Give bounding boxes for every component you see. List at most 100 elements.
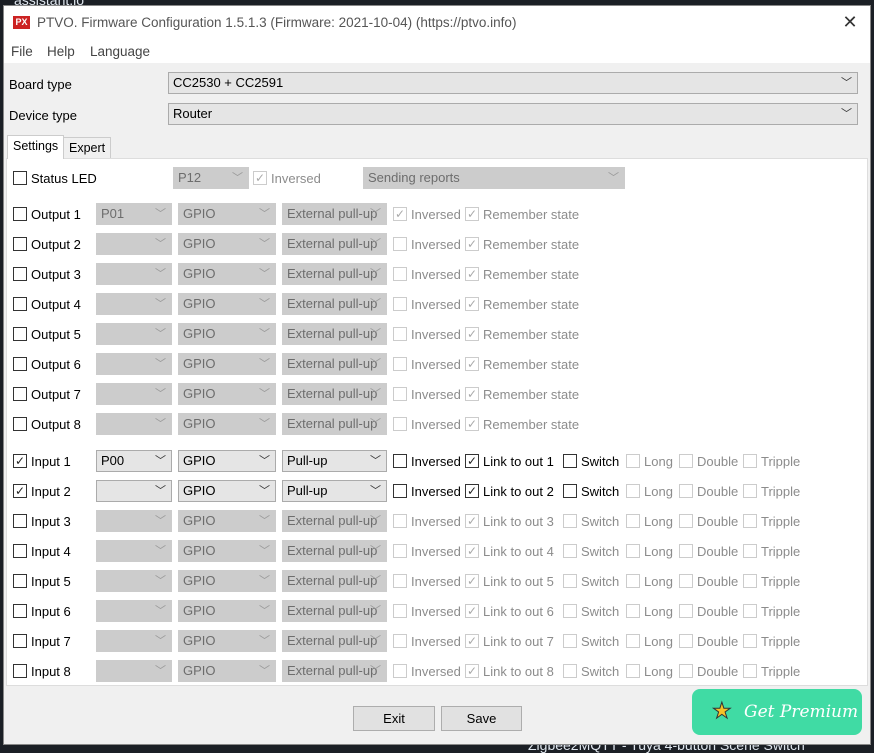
output-pull-select[interactable]: External pull-up ﹀ [282, 353, 387, 375]
input-inversed-checkbox[interactable] [393, 514, 407, 528]
input-checkbox[interactable] [13, 604, 27, 618]
close-icon[interactable]: ✕ [838, 12, 862, 33]
output-pin-select[interactable]: ﹀ [96, 353, 172, 375]
output-remember-checkbox[interactable]: ✓ [465, 297, 479, 311]
input-double-checkbox[interactable] [679, 664, 693, 678]
input-pin-select[interactable]: ﹀ [96, 510, 172, 532]
input-switch-checkbox[interactable] [563, 604, 577, 618]
output-pull-select[interactable]: External pull-up ﹀ [282, 293, 387, 315]
output-pull-select[interactable]: External pull-up ﹀ [282, 263, 387, 285]
input-link-checkbox[interactable]: ✓ [465, 484, 479, 498]
output-type-select[interactable]: GPIO ﹀ [178, 353, 276, 375]
input-pin-select[interactable]: ﹀ [96, 600, 172, 622]
input-link-checkbox[interactable]: ✓ [465, 634, 479, 648]
output-type-select[interactable]: GPIO ﹀ [178, 263, 276, 285]
menu-file[interactable]: File [11, 44, 33, 59]
output-remember-checkbox[interactable]: ✓ [465, 207, 479, 221]
output-pin-select[interactable]: ﹀ [96, 323, 172, 345]
input-pull-select[interactable]: External pull-up ﹀ [282, 570, 387, 592]
output-inversed-checkbox[interactable] [393, 357, 407, 371]
input-checkbox[interactable] [13, 634, 27, 648]
input-type-select[interactable]: GPIO ﹀ [178, 510, 276, 532]
output-pin-select[interactable]: ﹀ [96, 263, 172, 285]
input-pin-select[interactable]: ﹀ [96, 570, 172, 592]
get-premium-button[interactable]: ★ Get Premium [692, 689, 862, 735]
output-pull-select[interactable]: External pull-up ﹀ [282, 413, 387, 435]
input-pull-select[interactable]: External pull-up ﹀ [282, 510, 387, 532]
save-button[interactable]: Save [441, 706, 522, 731]
output-checkbox[interactable] [13, 237, 27, 251]
tab-expert[interactable]: Expert [63, 137, 112, 159]
output-remember-checkbox[interactable]: ✓ [465, 327, 479, 341]
output-pin-select[interactable]: ﹀ [96, 233, 172, 255]
input-long-checkbox[interactable] [626, 604, 640, 618]
input-tripple-checkbox[interactable] [743, 634, 757, 648]
input-type-select[interactable]: GPIO ﹀ [178, 570, 276, 592]
input-long-checkbox[interactable] [626, 664, 640, 678]
input-checkbox[interactable]: ✓ [13, 484, 27, 498]
output-pin-select[interactable]: P01 ﹀ [96, 203, 172, 225]
input-link-checkbox[interactable]: ✓ [465, 574, 479, 588]
input-checkbox[interactable]: ✓ [13, 454, 27, 468]
status-led-pin-select[interactable]: P12 ﹀ [173, 167, 249, 189]
input-tripple-checkbox[interactable] [743, 664, 757, 678]
output-pull-select[interactable]: External pull-up ﹀ [282, 323, 387, 345]
input-pin-select[interactable]: ﹀ [96, 660, 172, 682]
input-link-checkbox[interactable]: ✓ [465, 664, 479, 678]
input-pin-select[interactable]: ﹀ [96, 540, 172, 562]
input-checkbox[interactable] [13, 664, 27, 678]
input-inversed-checkbox[interactable] [393, 604, 407, 618]
output-inversed-checkbox[interactable]: ✓ [393, 207, 407, 221]
input-type-select[interactable]: GPIO ﹀ [178, 540, 276, 562]
output-type-select[interactable]: GPIO ﹀ [178, 413, 276, 435]
output-pin-select[interactable]: ﹀ [96, 293, 172, 315]
output-inversed-checkbox[interactable] [393, 387, 407, 401]
input-pull-select[interactable]: External pull-up ﹀ [282, 600, 387, 622]
menu-language[interactable]: Language [90, 44, 150, 59]
input-double-checkbox[interactable] [679, 574, 693, 588]
input-link-checkbox[interactable]: ✓ [465, 454, 479, 468]
input-switch-checkbox[interactable] [563, 664, 577, 678]
output-checkbox[interactable] [13, 387, 27, 401]
input-double-checkbox[interactable] [679, 484, 693, 498]
input-inversed-checkbox[interactable] [393, 634, 407, 648]
device-type-select[interactable]: Router ﹀ [168, 103, 858, 125]
input-tripple-checkbox[interactable] [743, 604, 757, 618]
input-link-checkbox[interactable]: ✓ [465, 544, 479, 558]
output-checkbox[interactable] [13, 327, 27, 341]
input-inversed-checkbox[interactable] [393, 484, 407, 498]
input-type-select[interactable]: GPIO ﹀ [178, 450, 276, 472]
output-pin-select[interactable]: ﹀ [96, 383, 172, 405]
input-type-select[interactable]: GPIO ﹀ [178, 660, 276, 682]
output-pull-select[interactable]: External pull-up ﹀ [282, 233, 387, 255]
input-link-checkbox[interactable]: ✓ [465, 514, 479, 528]
input-long-checkbox[interactable] [626, 454, 640, 468]
output-pull-select[interactable]: External pull-up ﹀ [282, 203, 387, 225]
output-inversed-checkbox[interactable] [393, 327, 407, 341]
input-tripple-checkbox[interactable] [743, 514, 757, 528]
input-switch-checkbox[interactable] [563, 544, 577, 558]
output-pull-select[interactable]: External pull-up ﹀ [282, 383, 387, 405]
input-checkbox[interactable] [13, 544, 27, 558]
input-double-checkbox[interactable] [679, 544, 693, 558]
output-inversed-checkbox[interactable] [393, 267, 407, 281]
input-type-select[interactable]: GPIO ﹀ [178, 600, 276, 622]
output-checkbox[interactable] [13, 297, 27, 311]
output-checkbox[interactable] [13, 207, 27, 221]
output-checkbox[interactable] [13, 417, 27, 431]
input-switch-checkbox[interactable] [563, 454, 577, 468]
output-type-select[interactable]: GPIO ﹀ [178, 293, 276, 315]
input-switch-checkbox[interactable] [563, 574, 577, 588]
input-pull-select[interactable]: Pull-up ﹀ [282, 450, 387, 472]
input-tripple-checkbox[interactable] [743, 484, 757, 498]
input-double-checkbox[interactable] [679, 604, 693, 618]
input-checkbox[interactable] [13, 514, 27, 528]
input-pin-select[interactable]: ﹀ [96, 480, 172, 502]
output-checkbox[interactable] [13, 357, 27, 371]
input-inversed-checkbox[interactable] [393, 574, 407, 588]
output-inversed-checkbox[interactable] [393, 417, 407, 431]
input-pin-select[interactable]: P00 ﹀ [96, 450, 172, 472]
output-pin-select[interactable]: ﹀ [96, 413, 172, 435]
tab-settings[interactable]: Settings [7, 135, 65, 159]
input-double-checkbox[interactable] [679, 634, 693, 648]
